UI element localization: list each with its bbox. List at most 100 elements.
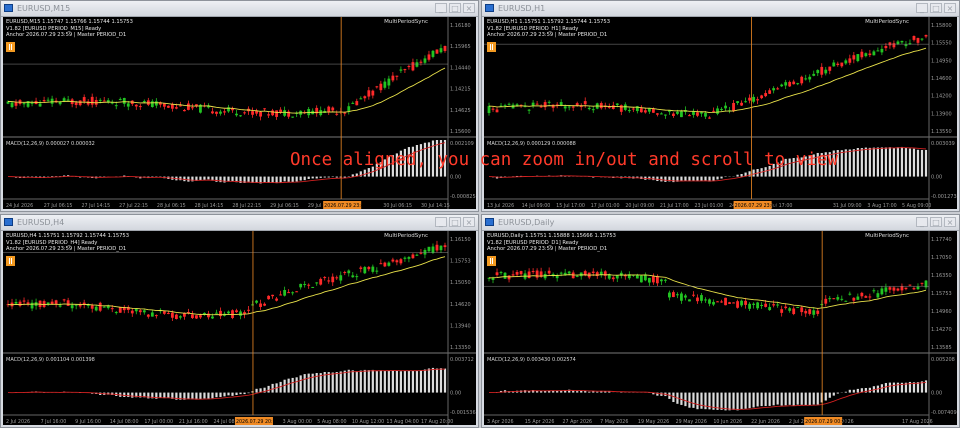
chart-canvas[interactable]: 1.16180 1.15965 1.14440 1.14215 1.14625 1.156… xyxy=(3,17,476,209)
chart-canvas[interactable]: 1.15800 1.15550 1.14950 1.14600 1.14200 1.139… xyxy=(484,17,957,209)
price-tick-label: 1.13350 xyxy=(450,345,471,351)
candle-body xyxy=(275,110,279,117)
time-tick-label: 29 Jul 06:15 xyxy=(270,203,299,209)
candle-body xyxy=(808,76,812,80)
candle-body xyxy=(728,302,731,304)
close-button[interactable]: × xyxy=(944,3,956,13)
candle-body xyxy=(712,301,715,305)
candle-body xyxy=(487,106,491,114)
candle-body xyxy=(42,100,46,102)
maximize-button[interactable]: □ xyxy=(449,3,461,13)
candle-body xyxy=(900,286,904,291)
time-tick-label: 2 Jul 2026 xyxy=(6,419,30,425)
pause-icon[interactable] xyxy=(487,42,496,52)
candle-body xyxy=(403,69,407,71)
candle-body xyxy=(748,97,751,101)
candle-body xyxy=(659,113,663,115)
candle-body xyxy=(423,249,427,255)
candle-body xyxy=(880,48,884,53)
candle-body xyxy=(724,105,727,109)
candle-body xyxy=(828,298,832,300)
close-button[interactable]: × xyxy=(944,217,956,227)
chart-window-h1[interactable]: EURUSD,H1 _ □ × 1.15800 1.15550 1.14950 1.1… xyxy=(481,0,960,212)
candle-body xyxy=(575,275,579,277)
candle-body xyxy=(736,301,739,308)
candle-body xyxy=(527,109,531,111)
candle-body xyxy=(251,304,254,306)
chart-window-h4[interactable]: EURUSD,H4 _ □ × 1.16150 1.15753 1.15050 1.1… xyxy=(0,214,479,428)
pause-icon[interactable] xyxy=(6,256,15,266)
chart-canvas[interactable]: 1.16150 1.15753 1.15050 1.14620 1.13940 1.133… xyxy=(3,231,476,425)
candle-body xyxy=(495,109,499,113)
macd-label: MACD(12,26,9) 0.001104 0.001398 xyxy=(6,357,95,363)
ohlc-readout: EURUSD,Daily 1.15751 1.15888 1.15666 1.1… xyxy=(487,233,616,239)
window-title: EURUSD,H4 xyxy=(17,218,65,227)
chart-window-m15[interactable]: EURUSD,M15 _ □ × 1.16180 1.15965 1.14440 1.… xyxy=(0,0,479,212)
candle-body xyxy=(688,115,691,117)
anchor-time-label: 2026.07.29 00:00 xyxy=(805,419,848,425)
candle-body xyxy=(796,83,800,85)
window-titlebar[interactable]: EURUSD,M15 _ □ × xyxy=(1,1,478,17)
time-tick-label: 28 Jul 06:15 xyxy=(157,203,186,209)
candle-body xyxy=(14,301,18,304)
candle-body xyxy=(227,311,230,314)
candle-body xyxy=(860,51,864,58)
candle-body xyxy=(375,86,379,88)
close-button[interactable]: × xyxy=(463,217,475,227)
window-titlebar[interactable]: EURUSD,Daily _ □ × xyxy=(482,215,959,231)
maximize-button[interactable]: □ xyxy=(930,3,942,13)
candle-body xyxy=(235,310,238,313)
candle-body xyxy=(615,103,619,105)
maximize-button[interactable]: □ xyxy=(930,217,942,227)
price-tick-label: 1.14215 xyxy=(450,87,471,93)
minimize-button[interactable]: _ xyxy=(916,217,928,227)
ohlc-readout: EURUSD,M15 1.15747 1.15766 1.15744 1.157… xyxy=(6,19,133,25)
candle-body xyxy=(379,263,383,265)
minimize-button[interactable]: _ xyxy=(435,217,447,227)
close-button[interactable]: × xyxy=(463,3,475,13)
moving-average-line xyxy=(7,67,446,114)
candle-body xyxy=(138,106,142,108)
candle-body xyxy=(856,296,860,300)
candle-body xyxy=(700,112,703,114)
candle-body xyxy=(118,98,122,100)
time-tick-label: 27 Apr 2026 xyxy=(562,419,592,425)
candle-body xyxy=(519,271,523,275)
chart-canvas[interactable]: 1.17740 1.17050 1.16350 1.15753 1.14960 1.142… xyxy=(484,231,957,425)
candle-body xyxy=(816,70,820,74)
candle-body xyxy=(18,301,22,306)
pause-icon[interactable] xyxy=(487,256,496,266)
time-tick-label: 3 Apr 2026 xyxy=(487,419,514,425)
anchor-time-label: 2026.07.29 23:00 xyxy=(735,203,778,209)
time-tick-label: 27 Jul 06:15 xyxy=(44,203,73,209)
time-tick-label: 7 Jul 16:00 xyxy=(41,419,67,425)
candle-body xyxy=(299,283,303,288)
candle-body xyxy=(154,101,158,106)
candle-body xyxy=(736,101,739,104)
maximize-button[interactable]: □ xyxy=(449,217,461,227)
candle-body xyxy=(134,308,138,312)
window-titlebar[interactable]: EURUSD,H4 _ □ × xyxy=(1,215,478,231)
anchor-info: Anchor 2026.07.29 23:59 | Master PERIOD_… xyxy=(6,32,127,38)
candle-body xyxy=(283,289,287,296)
window-titlebar[interactable]: EURUSD,H1 _ □ × xyxy=(482,1,959,17)
candle-body xyxy=(287,292,291,294)
minimize-button[interactable]: _ xyxy=(435,3,447,13)
candle-body xyxy=(792,81,796,85)
candle-body xyxy=(295,291,299,293)
candle-body xyxy=(335,277,339,279)
macd-label: MACD(12,26,9) 0.003430 0.002574 xyxy=(487,357,576,363)
candle-body xyxy=(772,304,776,306)
candle-body xyxy=(491,278,495,280)
candle-body xyxy=(704,299,707,301)
candle-body xyxy=(215,312,218,314)
time-tick-label: 17 Aug 20:00 xyxy=(421,419,453,425)
candle-body xyxy=(439,48,443,53)
pause-icon[interactable] xyxy=(6,42,15,52)
candle-body xyxy=(696,297,699,302)
candle-body xyxy=(78,100,82,106)
macd-signal-line xyxy=(7,368,446,400)
chart-window-daily[interactable]: EURUSD,Daily _ □ × 1.17740 1.17050 1.16350… xyxy=(481,214,960,428)
minimize-button[interactable]: _ xyxy=(916,3,928,13)
candle-body xyxy=(832,298,836,300)
